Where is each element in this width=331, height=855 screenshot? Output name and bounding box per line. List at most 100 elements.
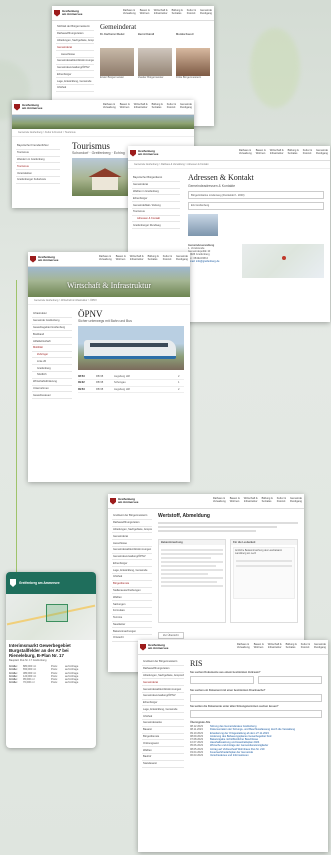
sidebar-item[interactable]: Ordnungsamt (142, 740, 184, 748)
sidebar-item[interactable]: Abteilungen, Sachgebiete, Ansprechpartne… (142, 673, 184, 680)
sidebar-item[interactable]: Wahlen (112, 594, 152, 602)
sidebar-item[interactable]: Newsletter (112, 622, 152, 629)
site-logo[interactable]: Greifenberg am Ammersee (130, 149, 158, 157)
site-logo[interactable]: Greifenberg am Ammersee (110, 497, 138, 505)
nav-item[interactable]: Gemeinde Rundgang (200, 9, 212, 16)
sidebar-item[interactable]: Ehrenbürger (112, 560, 152, 568)
sidebar-item[interactable]: Infothek (56, 85, 94, 92)
sidebar-item[interactable]: Ehrenbürger (132, 195, 180, 203)
sidebar-item[interactable]: Bayerischer Fremdenführer (16, 143, 60, 150)
site-logo[interactable]: Greifenberg am Ammersee (14, 103, 42, 111)
sidebar-item[interactable]: Gemeindewahlen/Abstimmungen (142, 686, 184, 693)
sidebar-item[interactable]: Gemeindeverwaltung/ÖPNV (112, 554, 152, 561)
sidebar-item[interactable]: Gemeindewahlen/Abstimmungen (112, 547, 152, 554)
sidebar-item[interactable]: Satzungen (112, 601, 152, 608)
sidebar-item-active[interactable]: Mobilität (32, 345, 72, 352)
nav-item[interactable]: Kultur & Freizeit (277, 497, 286, 504)
nav-item[interactable]: Gemeinde Rundgang (290, 497, 302, 504)
sidebar-item[interactable]: Bauamt (142, 727, 184, 734)
sidebar-item[interactable]: Sitzblatt der Bürgermeisterin (56, 24, 94, 31)
sidebar-item-active[interactable]: Gemeinderat (56, 44, 94, 52)
nav-item-active[interactable]: Kultur & Freizeit (167, 103, 176, 110)
site-logo[interactable]: Greifenberg am Ammersee (54, 9, 82, 17)
sidebar-item[interactable]: Linie 20 (32, 358, 72, 366)
nav-item[interactable]: Bauen & Wohnen (230, 497, 240, 504)
sidebar-item[interactable]: Greifenberger Kulturkreis (16, 177, 60, 184)
sidebar-item[interactable]: Rathausöffnungszeiten (56, 31, 94, 38)
site-logo[interactable]: Greifenberg am Ammersee (30, 255, 58, 263)
sidebar-item[interactable]: Bayerischer Bürgerdienst (132, 175, 180, 182)
sidebar-item[interactable]: Breitband (32, 331, 72, 339)
nav-item[interactable]: Kultur & Freizeit (301, 643, 310, 650)
sidebar-item[interactable]: Gemeindeblatt / Zeitung (132, 202, 180, 209)
sidebar-item[interactable]: Infrastruktur (32, 311, 72, 318)
nav-item[interactable]: Bauen & Wohnen (254, 643, 264, 650)
sidebar-item[interactable]: Greifenberg (32, 365, 72, 373)
sidebar-item[interactable]: Lage, Entwicklung, Gemeinde (56, 78, 94, 86)
nav-item-active[interactable]: Rathaus & Verwaltung (237, 643, 250, 650)
sidebar-item[interactable]: Bauhof (142, 754, 184, 761)
sidebar-item[interactable]: Gemeinderat (112, 533, 152, 541)
sidebar-item[interactable]: Gemeindewahlen/Abstimmungen (56, 58, 94, 65)
nav-item[interactable]: Wirtschaft & Infrastruktur (154, 9, 168, 16)
sidebar-item[interactable]: Gemeindewerke (142, 720, 184, 727)
nav-item-active[interactable]: Rathaus & Verwaltung (213, 497, 226, 504)
nav-item[interactable]: Rathaus & Verwaltung (103, 103, 116, 110)
nav-item[interactable]: Bildung & Soziales (148, 255, 159, 262)
sidebar-item[interactable]: Ehrenbürger (56, 71, 94, 79)
meeting-search-input[interactable] (190, 710, 322, 718)
sidebar-item[interactable]: Bekanntmachungen (112, 628, 152, 636)
nav-item[interactable]: Rathaus & Verwaltung (123, 9, 136, 16)
nav-item[interactable]: Kultur & Freizeit (163, 255, 172, 262)
sidebar-item[interactable]: Gemeinde Greifenberg (32, 318, 72, 325)
sidebar-item[interactable]: Ausschüsse (56, 51, 94, 58)
sidebar-item[interactable]: Rathausöffnungszeiten (112, 520, 152, 527)
sidebar-item[interactable]: Wandern in Greifenberg (16, 157, 60, 164)
nav-item[interactable]: Wirtschaft & Infrastruktur (268, 643, 282, 650)
nav-item[interactable]: Bauen & Wohnen (140, 9, 150, 16)
sidebar-item[interactable]: Vereinsleben (16, 170, 60, 177)
sidebar-item[interactable]: Grußwort der Bürgermeisterin (112, 513, 152, 520)
document-search-input[interactable] (190, 694, 322, 702)
nav-item[interactable]: Gemeinde Rundgang (316, 149, 328, 156)
sidebar-item[interactable]: Gewerbesteuer (32, 392, 72, 400)
sidebar-item[interactable]: Abteilungen, Sachgebiete, Ansprechpartne… (56, 38, 94, 45)
sidebar-item[interactable]: Infothek (142, 713, 184, 721)
sidebar-item[interactable]: Wahlen (142, 747, 184, 754)
site-logo[interactable]: Greifenberg am Ammersee (140, 643, 168, 651)
sidebar-item[interactable]: Wahlen in Greifenberg (132, 189, 180, 196)
sidebar-item[interactable]: Tourismus (132, 209, 180, 216)
nav-item[interactable]: Bildung & Soziales (262, 497, 273, 504)
sidebar-item[interactable]: Lage, Entwicklung, Gemeinde (142, 706, 184, 714)
sidebar-item[interactable]: Stellenausschreibungen (112, 588, 152, 595)
sidebar-item-active[interactable]: Adressen & Kontakt (132, 216, 180, 223)
nav-item[interactable]: Bildung & Soziales (288, 149, 299, 156)
nav-item[interactable]: Bauen & Wohnen (120, 103, 130, 110)
back-to-overview-button[interactable]: Zur Übersicht (158, 632, 184, 640)
date-to-input[interactable] (258, 676, 322, 684)
nav-item[interactable]: Bauen & Wohnen (116, 255, 126, 262)
nav-item-active[interactable]: Wirtschaft & Infrastruktur (130, 255, 144, 262)
sidebar-item[interactable]: Formulare (112, 608, 152, 615)
nav-item[interactable]: Gemeinde Rundgang (176, 255, 188, 262)
sidebar-item[interactable]: Zubringer (32, 352, 72, 359)
sidebar-item[interactable]: Termine (112, 615, 152, 622)
nav-item[interactable]: Kultur & Freizeit (303, 149, 312, 156)
sidebar-item[interactable]: Gemeindeverwaltung/ÖPNV (142, 693, 184, 700)
sidebar-item[interactable]: Wirtschaftsförderung (32, 379, 72, 386)
sidebar-item[interactable]: Gemeindeverwaltung/ÖPNV (56, 65, 94, 72)
sidebar-item[interactable]: Lage, Entwicklung, Gemeinde (112, 567, 152, 575)
location-map[interactable] (242, 243, 324, 278)
document-preview[interactable]: Amtliche Bekanntmachung des Landratsamt … (233, 547, 295, 600)
nav-item[interactable]: Bildung & Soziales (286, 643, 297, 650)
nav-item[interactable]: Gemeinde Rundgang (314, 643, 326, 650)
sidebar-item[interactable]: Unternehmen (32, 386, 72, 393)
nav-item[interactable]: Kultur & Freizeit (187, 9, 196, 16)
sidebar-item[interactable]: Greifenberger Rundweg (132, 222, 180, 230)
address-select[interactable]: Bürgerinitiative Lindenweg (Dunkeldorf -… (188, 191, 324, 199)
sidebar-item[interactable]: Tourismus (16, 150, 60, 157)
contact-email-link[interactable]: Email: info@greifenberg.de (188, 260, 238, 263)
location-select[interactable]: EG Greifenberg (188, 201, 324, 210)
sidebar-item-active[interactable]: Tourismus (16, 163, 60, 171)
nav-item[interactable]: Rathaus & Verwaltung (99, 255, 112, 262)
